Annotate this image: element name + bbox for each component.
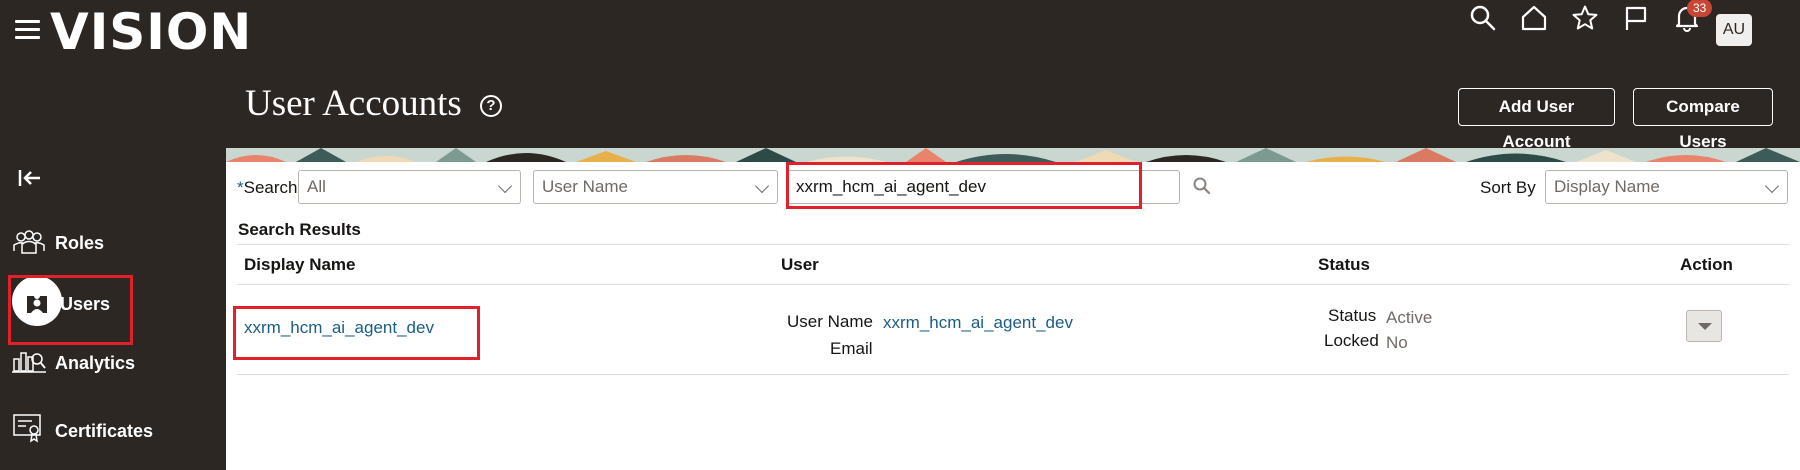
- column-header-display-name[interactable]: Display Name: [244, 255, 356, 275]
- sidebar-item-roles[interactable]: Roles: [10, 215, 220, 275]
- sidebar-item-certificates[interactable]: Certificates: [10, 403, 220, 463]
- sort-by-label: Sort By: [1480, 178, 1536, 197]
- status-value: Active: [1386, 308, 1433, 327]
- caret-down-icon: [1698, 323, 1712, 330]
- chevron-down-icon: [754, 178, 770, 194]
- home-icon[interactable]: [1516, 0, 1552, 36]
- sidebar-item-label: Analytics: [55, 353, 136, 373]
- search-scope-value: All: [307, 177, 326, 196]
- collapse-sidebar-icon[interactable]: [18, 168, 44, 188]
- notifications-bell-icon[interactable]: 33: [1669, 0, 1713, 36]
- locked-value: No: [1386, 333, 1408, 352]
- locked-label: Locked: [1324, 331, 1379, 350]
- email-label: Email: [830, 339, 873, 358]
- chevron-down-icon: [1764, 178, 1780, 194]
- notification-count-badge: 33: [1687, 0, 1713, 17]
- help-icon[interactable]: ?: [480, 95, 502, 117]
- user-avatar[interactable]: AU: [1716, 14, 1752, 46]
- app-logo[interactable]: VISION: [50, 2, 252, 62]
- search-field-value: User Name: [542, 177, 628, 196]
- divider: [237, 244, 1789, 245]
- display-name-highlight-box: [233, 306, 480, 360]
- search-icon[interactable]: [1465, 0, 1501, 36]
- user-name-label: User Name: [787, 312, 873, 331]
- sort-by-value: Display Name: [1554, 177, 1660, 196]
- search-scope-select[interactable]: All: [298, 170, 521, 204]
- status-label: Status: [1328, 306, 1377, 325]
- favorites-star-icon[interactable]: [1567, 0, 1603, 36]
- compare-users-button[interactable]: Compare Users: [1633, 88, 1773, 151]
- row-action-menu-button[interactable]: [1686, 310, 1722, 342]
- sort-by-select[interactable]: Display Name: [1545, 170, 1788, 204]
- divider: [237, 374, 1789, 375]
- sidebar-item-label: Roles: [55, 233, 105, 253]
- page-title: User Accounts: [245, 83, 462, 124]
- top-header: VISION 33 AU: [0, 0, 1800, 64]
- certificate-icon: [13, 414, 41, 443]
- search-label: *Search: [237, 178, 298, 197]
- column-header-user[interactable]: User: [781, 255, 819, 275]
- analytics-icon: [12, 352, 46, 373]
- user-name-link[interactable]: xxrm_hcm_ai_agent_dev: [883, 313, 1073, 333]
- roles-icon: [13, 230, 45, 254]
- flag-icon[interactable]: [1618, 0, 1654, 36]
- sidebar-item-label: Certificates: [55, 421, 154, 441]
- users-highlight-box: [8, 275, 133, 345]
- search-icon[interactable]: [1192, 176, 1212, 196]
- search-input-highlight-box: [786, 162, 1142, 209]
- search-field-select[interactable]: User Name: [533, 170, 778, 204]
- decorative-banner: [226, 148, 1800, 162]
- menu-icon[interactable]: [15, 20, 40, 40]
- chevron-down-icon: [497, 178, 513, 194]
- column-header-action: Action: [1680, 255, 1733, 274]
- add-user-account-button[interactable]: Add User Account: [1458, 88, 1615, 151]
- search-results-title: Search Results: [238, 220, 361, 239]
- divider: [237, 284, 1789, 285]
- column-header-status[interactable]: Status: [1318, 255, 1370, 275]
